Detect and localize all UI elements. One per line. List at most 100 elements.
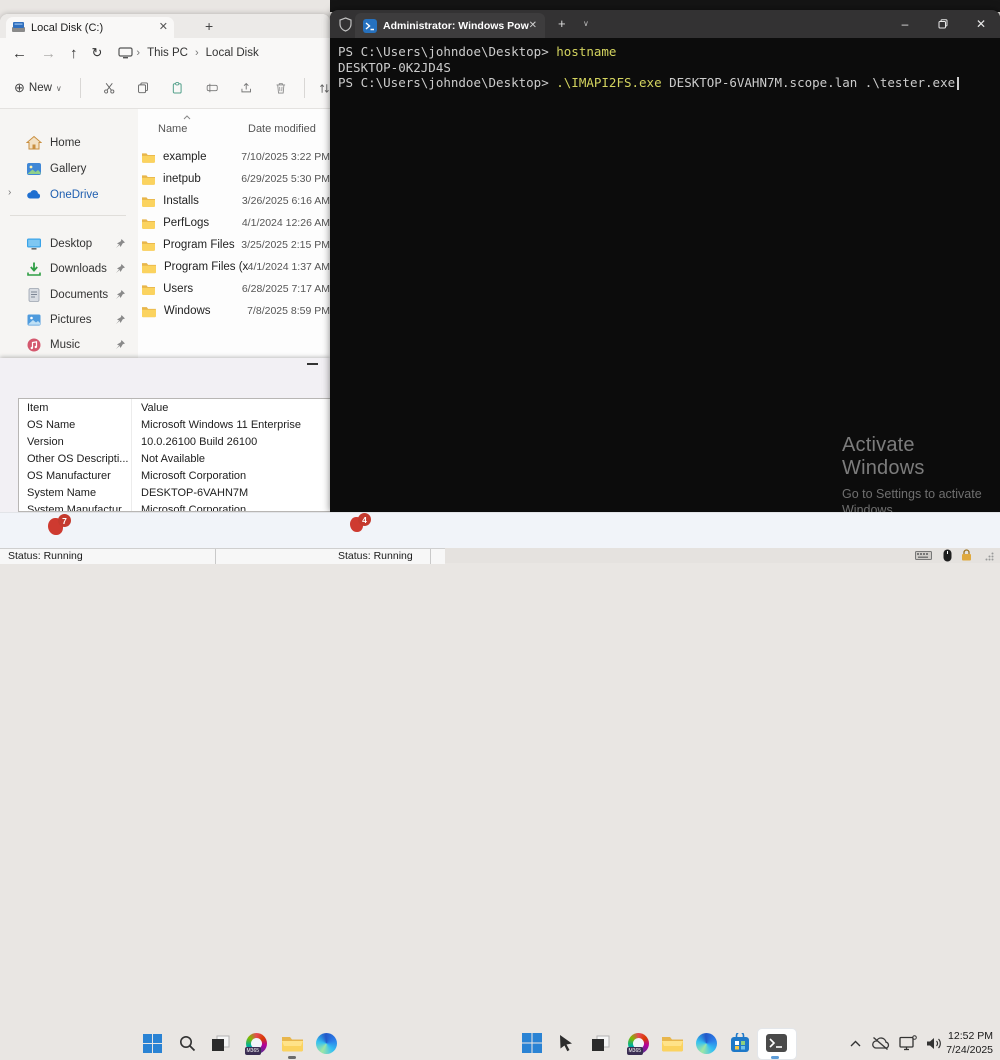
command-text: hostname: [556, 44, 616, 59]
edge-button[interactable]: [314, 1031, 338, 1055]
folder-icon: [142, 173, 155, 186]
tab-dropdown-icon[interactable]: ∨: [583, 19, 589, 28]
share-icon[interactable]: [240, 80, 252, 96]
item-cell: Version: [19, 436, 131, 448]
keyboard-icon[interactable]: [915, 551, 932, 560]
new-tab-button[interactable]: +: [205, 18, 213, 34]
volume-tray-button[interactable]: [922, 1031, 946, 1055]
column-header-value[interactable]: Value: [131, 402, 168, 414]
sidebar-item-gallery[interactable]: Gallery: [0, 157, 138, 181]
resize-grip-icon[interactable]: [985, 552, 994, 561]
minimize-icon[interactable]: [307, 363, 318, 365]
terminal-icon: [766, 1034, 787, 1052]
tray-expand-button[interactable]: [843, 1031, 867, 1055]
task-view-button[interactable]: [208, 1031, 232, 1055]
task-view-button[interactable]: [588, 1031, 612, 1055]
table-row[interactable]: OS Manufacturer Microsoft Corporation: [19, 467, 330, 484]
file-row[interactable]: Program Files 3/25/2025 2:15 PM: [138, 234, 330, 256]
table-row[interactable]: System Name DESKTOP-6VAHN7M: [19, 484, 330, 501]
terminal-tab[interactable]: Administrator: Windows Pow ✕: [355, 13, 545, 38]
restore-button[interactable]: [924, 10, 962, 38]
file-row[interactable]: example 7/10/2025 3:22 PM: [138, 146, 330, 168]
file-row[interactable]: Users 6/28/2025 7:17 AM: [138, 278, 330, 300]
breadcrumb-local-disk[interactable]: Local Disk: [206, 47, 259, 59]
expand-chevron-icon[interactable]: ›: [8, 187, 11, 198]
table-row[interactable]: Version 10.0.26100 Build 26100: [19, 433, 330, 450]
sidebar-divider: [10, 215, 126, 216]
tab-close-icon[interactable]: ✕: [159, 22, 168, 33]
sidebar-item-music[interactable]: Music: [0, 333, 138, 357]
sidebar-item-pictures[interactable]: Pictures: [0, 308, 138, 332]
m365-copilot-button[interactable]: M365: [626, 1031, 650, 1055]
forward-icon[interactable]: →: [41, 45, 56, 62]
network-tray-button[interactable]: [896, 1031, 920, 1055]
breadcrumb-chevron-icon: ›: [195, 47, 199, 59]
file-row[interactable]: Program Files (x86) 4/1/2024 1:37 AM: [138, 256, 330, 278]
search-highlight-button[interactable]: [554, 1031, 578, 1055]
item-cell: Other OS Descripti...: [19, 453, 131, 465]
windows-logo-icon: [522, 1033, 542, 1053]
search-button[interactable]: [175, 1031, 199, 1055]
file-explorer-button[interactable]: [660, 1031, 684, 1055]
minimize-button[interactable]: –: [886, 10, 924, 38]
tab-close-icon[interactable]: ✕: [529, 20, 537, 31]
sidebar-item-onedrive[interactable]: › OneDrive: [0, 183, 138, 207]
paste-icon[interactable]: [171, 80, 183, 96]
delete-icon[interactable]: [275, 80, 287, 96]
column-header-date[interactable]: Date modified: [248, 123, 316, 135]
system-info-table[interactable]: Item Value OS Name Microsoft Windows 11 …: [18, 398, 330, 512]
terminal-button[interactable]: [764, 1031, 788, 1055]
sidebar-item-label: Gallery: [50, 163, 138, 175]
rename-icon[interactable]: [206, 80, 218, 96]
start-button[interactable]: [140, 1031, 164, 1055]
folder-icon: [142, 283, 155, 296]
system-info-window: Item Value OS Name Microsoft Windows 11 …: [0, 358, 330, 512]
watermark-body: Go to Settings to activate Windows.: [842, 486, 992, 512]
mouse-icon[interactable]: [943, 549, 952, 562]
file-name: Windows: [164, 305, 247, 317]
file-row[interactable]: Windows 7/8/2025 8:59 PM: [138, 300, 330, 322]
explorer-tab[interactable]: Local Disk (C:) ✕: [6, 17, 174, 38]
terminal-window: Administrator: Windows Pow ✕ + ∨ – ✕ PS …: [330, 10, 1000, 512]
file-row[interactable]: PerfLogs 4/1/2024 12:26 AM: [138, 212, 330, 234]
table-row[interactable]: Other OS Descripti... Not Available: [19, 450, 330, 467]
new-button[interactable]: ⊕ New ∨: [14, 80, 62, 96]
sidebar-item-home[interactable]: Home: [0, 131, 138, 155]
task-view-icon: [591, 1035, 610, 1052]
back-icon[interactable]: ←: [12, 45, 27, 62]
m365-copilot-button[interactable]: M365: [244, 1031, 268, 1055]
table-row[interactable]: OS Name Microsoft Windows 11 Enterprise: [19, 416, 330, 433]
file-row[interactable]: inetpub 6/29/2025 5:30 PM: [138, 168, 330, 190]
table-row[interactable]: System Manufactur... Microsoft Corporati…: [19, 501, 330, 512]
command-args: DESKTOP-6VAHN7M.scope.lan .\tester.exe: [669, 75, 955, 90]
onedrive-tray-button[interactable]: [868, 1031, 892, 1055]
breadcrumb-this-pc[interactable]: This PC: [147, 47, 188, 59]
file-row[interactable]: Installs 3/26/2025 6:16 AM: [138, 190, 330, 212]
close-button[interactable]: ✕: [962, 10, 1000, 38]
up-icon[interactable]: ↑: [70, 45, 78, 62]
sidebar-item-documents[interactable]: Documents: [0, 283, 138, 307]
cut-icon[interactable]: [103, 80, 115, 96]
sort-icon[interactable]: [319, 81, 330, 96]
taskbar-clock[interactable]: 12:52 PM 7/24/2025: [946, 1029, 993, 1057]
folder-icon: [142, 195, 155, 208]
file-explorer-button[interactable]: [280, 1031, 304, 1055]
refresh-icon[interactable]: ↻: [92, 45, 103, 61]
sort-ascending-icon[interactable]: [183, 115, 191, 120]
new-tab-button[interactable]: +: [558, 16, 566, 31]
terminal-console[interactable]: PS C:\Users\johndoe\Desktop> hostname DE…: [338, 44, 959, 91]
edge-icon: [316, 1033, 337, 1054]
store-button[interactable]: [728, 1031, 752, 1055]
edge-button[interactable]: [694, 1031, 718, 1055]
item-cell: System Manufactur...: [19, 504, 131, 513]
start-button[interactable]: [520, 1031, 544, 1055]
column-header-item[interactable]: Item: [19, 402, 131, 414]
terminal-title-bar[interactable]: Administrator: Windows Pow ✕ + ∨ – ✕: [330, 10, 1000, 38]
sidebar-item-downloads[interactable]: Downloads: [0, 257, 138, 281]
column-header-name[interactable]: Name: [158, 123, 187, 135]
value-cell: Not Available: [131, 453, 205, 465]
sidebar-item-desktop[interactable]: Desktop: [0, 232, 138, 256]
copy-icon[interactable]: [137, 80, 149, 96]
item-cell: OS Manufacturer: [19, 470, 131, 482]
lock-icon[interactable]: [961, 549, 972, 561]
